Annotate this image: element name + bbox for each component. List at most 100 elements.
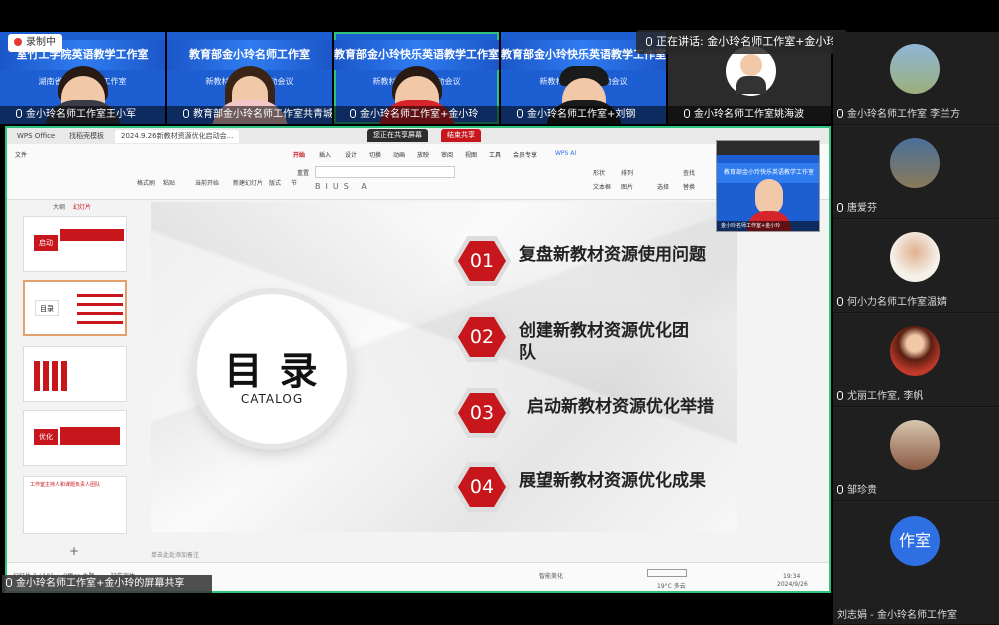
avatar <box>890 420 940 470</box>
notes-field[interactable]: 单击此处添加备注 <box>151 550 199 559</box>
tab-wps-office[interactable]: WPS Office <box>11 130 61 143</box>
tile-name: 金小玲名师工作室王小军 <box>0 106 165 124</box>
participant-item[interactable]: 唐爱芬 <box>833 126 999 219</box>
tab-slides[interactable]: 幻灯片 <box>73 202 91 211</box>
ribbon-tab-animation[interactable]: 动画 <box>393 150 405 159</box>
participant-item[interactable]: 作室 刘志娟 - 金小玲名师工作室 <box>833 502 999 625</box>
participant-sidebar: 金小玲名师工作室 李兰方 唐爱芬 何小力名师工作室温婧 尤丽工作室, 李帆 邹珍… <box>833 32 999 625</box>
slide-thumb-3[interactable] <box>23 346 127 402</box>
mic-icon <box>350 109 356 118</box>
avatar: 作室 <box>890 516 940 566</box>
font-format-tools[interactable]: BIUS A <box>315 182 455 192</box>
avatar <box>890 138 940 188</box>
catalog-circle: 目 录 CATALOG <box>197 294 347 444</box>
catalog-item: 创建新教材资源优化团队 <box>519 321 689 363</box>
arrange-button[interactable]: 排列 <box>621 168 633 177</box>
catalog-item: 启动新教材资源优化举措 <box>527 397 714 417</box>
mic-icon <box>837 391 843 400</box>
ribbon-tab-view[interactable]: 视图 <box>465 150 477 159</box>
share-status: 您正在共享屏幕 <box>367 129 428 142</box>
participant-item[interactable]: 邹珍贵 <box>833 408 999 501</box>
play-from-current-button[interactable]: 当前开始 <box>195 178 219 187</box>
avatar <box>890 44 940 94</box>
slide-subtitle: CATALOG <box>240 392 304 406</box>
layout-button[interactable]: 版式 <box>269 178 281 187</box>
mic-icon <box>684 109 690 118</box>
ribbon-tab-tools[interactable]: 工具 <box>489 150 501 159</box>
mic-icon <box>517 109 523 118</box>
avatar <box>890 326 940 376</box>
shape-button[interactable]: 形状 <box>593 168 605 177</box>
catalog-item: 展望新教材资源优化成果 <box>519 471 706 491</box>
mic-icon <box>837 485 843 494</box>
catalog-item: 复盘新教材资源使用问题 <box>519 245 706 265</box>
weather: 19°C 多云 <box>657 583 686 590</box>
picture-button[interactable]: 图片 <box>621 182 633 191</box>
ribbon-tab-member[interactable]: 会员专享 <box>513 150 537 159</box>
slide-thumb-1[interactable]: 启动 <box>23 216 127 272</box>
textbox-button[interactable]: 文本框 <box>593 182 611 191</box>
tile-name: 金小玲名师工作室姚海波 <box>668 106 831 124</box>
paste-button[interactable]: 粘贴 <box>163 178 175 187</box>
view-buttons[interactable] <box>647 569 687 577</box>
slide-canvas[interactable]: 目 录 CATALOG 01 复盘新教材资源使用问题 02 创建新教材资源优化团… <box>151 202 737 532</box>
participant-item[interactable]: 尤丽工作室, 李帆 <box>833 314 999 407</box>
stop-share-button[interactable]: 结束共享 <box>441 129 481 142</box>
select-button[interactable]: 选择 <box>657 182 669 191</box>
mic-icon <box>646 37 652 46</box>
participant-item[interactable]: 金小玲名师工作室 李兰方 <box>833 32 999 125</box>
participant-item[interactable]: 何小力名师工作室温婧 <box>833 220 999 313</box>
speaking-indicator: 正在讲话: 金小玲名师工作室+金小玲 <box>636 30 848 54</box>
speaker-pip[interactable]: 教育部金小玲快乐英语教学工作室 金小玲名师工作室+金小玲 <box>716 140 820 232</box>
video-tile-2[interactable]: 教育部金小玲名师工作室 新教材资源优化启动会议 教育部金小玲名师工作室共青城..… <box>167 32 332 124</box>
clock-date: 2024/9/26 <box>777 581 808 588</box>
font-select[interactable] <box>315 166 455 178</box>
tile-name: 金小玲名师工作室+金小玲 <box>334 106 499 124</box>
slide-thumb-5[interactable]: 工作室主持人和课题负责人团队 <box>23 476 127 534</box>
meeting-window: 室竹工学院英语教学工作室 湖南省金小玲名师工作室 金小玲名师工作室王小军 教育部… <box>0 0 999 625</box>
slide-thumb-4[interactable]: 优化 <box>23 410 127 466</box>
find-button[interactable]: 查找 <box>683 168 695 177</box>
mic-icon <box>837 203 843 212</box>
ribbon-tab-insert[interactable]: 插入 <box>319 150 331 159</box>
replace-button[interactable]: 替换 <box>683 182 695 191</box>
tab-outline[interactable]: 大纲 <box>53 202 65 211</box>
screen-share: WPS Office 找稻壳模板 2024.9.26新教材资源优化启动会... … <box>5 126 831 593</box>
screen-share-label[interactable]: 金小玲名师工作室+金小玲的屏幕共享 <box>2 575 212 593</box>
tile-name: 教育部金小玲名师工作室共青城... <box>167 106 332 124</box>
slide-title: 目 录 <box>224 349 320 393</box>
tile-name: 金小玲名师工作室+刘钢 <box>501 106 666 124</box>
mic-icon <box>16 109 22 118</box>
section-button[interactable]: 节 <box>291 178 297 187</box>
add-slide-button[interactable]: + <box>69 544 79 558</box>
recording-badge[interactable]: 录制中 <box>8 34 62 52</box>
mic-icon <box>837 109 843 118</box>
record-dot-icon <box>14 38 22 46</box>
ribbon-tab-design[interactable]: 设计 <box>345 150 357 159</box>
ribbon-tab-home[interactable]: 开始 <box>293 150 305 159</box>
slide-thumb-2-selected[interactable]: 目录 <box>23 280 127 336</box>
wps-tab-bar: WPS Office 找稻壳模板 2024.9.26新教材资源优化启动会... … <box>7 128 829 144</box>
top-bar <box>0 0 999 32</box>
slide-thumbnails: 大纲 幻灯片 启动 目录 优化 工作室主持人和课题负责人团队 + <box>7 200 141 562</box>
smart-beautify-button[interactable]: 智能美化 <box>539 571 563 580</box>
ribbon-tab-review[interactable]: 审阅 <box>441 150 453 159</box>
new-slide-button[interactable]: 新建幻灯片 <box>233 178 263 187</box>
ribbon-tab-wps-ai[interactable]: WPS AI <box>555 150 576 157</box>
ribbon-tab-slideshow[interactable]: 放映 <box>417 150 429 159</box>
tab-templates[interactable]: 找稻壳模板 <box>63 130 110 143</box>
ribbon-tab-transition[interactable]: 切换 <box>369 150 381 159</box>
video-tile-3-active[interactable]: 教育部金小玲快乐英语教学工作室 新教材资源优化启动会议 金小玲名师工作室+金小玲 <box>334 32 499 124</box>
reset-button[interactable]: 重置 <box>297 168 309 177</box>
tab-document[interactable]: 2024.9.26新教材资源优化启动会... <box>115 130 240 143</box>
format-painter-button[interactable]: 格式刷 <box>137 178 155 187</box>
pip-name: 金小玲名师工作室+金小玲 <box>717 221 819 231</box>
mic-icon <box>183 109 189 118</box>
avatar <box>890 232 940 282</box>
clock-time: 19:34 <box>783 573 801 580</box>
bottom-bar <box>0 593 833 625</box>
mic-icon <box>6 578 12 587</box>
ribbon: 文件 开始 插入 设计 切换 动画 放映 审阅 视图 工具 会员专享 WPS A… <box>7 144 829 200</box>
mic-icon <box>837 297 843 306</box>
ribbon-tab-file[interactable]: 文件 <box>15 150 27 159</box>
